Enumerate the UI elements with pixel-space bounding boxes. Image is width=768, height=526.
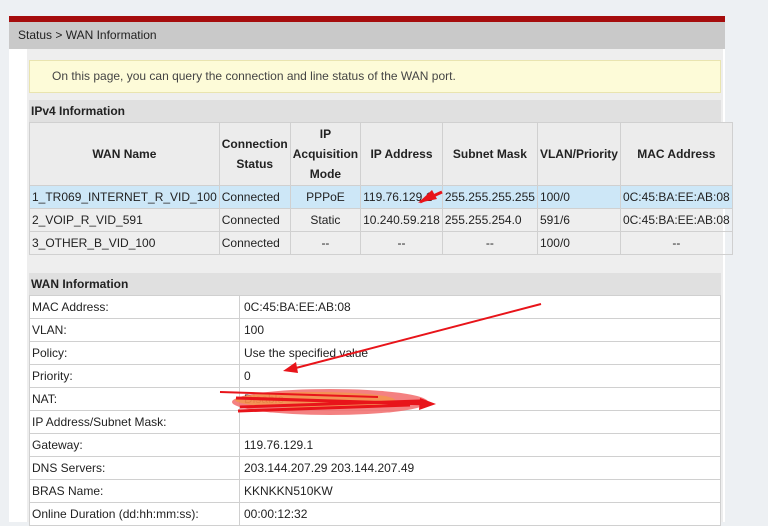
wan-row-dns: DNS Servers: 203.144.207.29 203.144.207.4… (29, 456, 721, 480)
wan-value: 100 (239, 318, 721, 342)
cell-mac: 0C:45:BA:EE:AB:08 (619, 185, 733, 209)
header-mac-address: MAC Address (619, 122, 733, 186)
table-row[interactable]: 3_OTHER_B_VID_100 Connected -- -- -- 100… (29, 231, 733, 255)
table-row[interactable]: 1_TR069_INTERNET_R_VID_100 Connected PPP… (29, 185, 733, 209)
cell-vlan: 100/0 (536, 231, 621, 255)
cell-wan-name: 3_OTHER_B_VID_100 (29, 231, 220, 255)
wan-value (239, 410, 721, 434)
wan-row-bras: BRAS Name: KKNKKN510KW (29, 479, 721, 503)
wan-row-vlan: VLAN: 100 (29, 318, 721, 342)
wan-label: Priority: (29, 364, 240, 388)
wan-label: Policy: (29, 341, 240, 365)
cell-vlan: 591/6 (536, 208, 621, 232)
wan-row-mac: MAC Address: 0C:45:BA:EE:AB:08 (29, 295, 721, 319)
wan-label: Gateway: (29, 433, 240, 457)
header-connection-status: Connection Status (218, 122, 291, 186)
wan-row-nat: NAT: Disable (29, 387, 721, 411)
wan-row-gateway: Gateway: 119.76.129.1 (29, 433, 721, 457)
wan-label: NAT: (29, 387, 240, 411)
wan-section-title: WAN Information (29, 273, 721, 295)
wan-label: Online Duration (dd:hh:mm:ss): (29, 502, 240, 526)
cell-mac: -- (619, 231, 733, 255)
breadcrumb-text: Status > WAN Information (18, 28, 157, 42)
ipv4-header-row: WAN Name Connection Status IP Acquisition M… (29, 122, 733, 186)
cell-mask: 255.255.254.0 (441, 208, 538, 232)
header-wan-name: WAN Name (29, 122, 220, 186)
wan-value: Use the specified value (239, 341, 721, 365)
cell-ip: 119.76.129.1 (360, 185, 443, 209)
cell-mask: -- (441, 231, 538, 255)
header-ip-acquisition-mode: IP Acquisition Mode (289, 122, 362, 186)
wan-value: 119.76.129.1 (239, 433, 721, 457)
cell-mode: Static (289, 208, 362, 232)
wan-info-table: MAC Address: 0C:45:BA:EE:AB:08 VLAN: 100 P… (29, 295, 721, 526)
cell-mac: 0C:45:BA:EE:AB:08 (619, 208, 733, 232)
ipv4-table: WAN Name Connection Status IP Acquisition M… (29, 122, 733, 255)
page-frame: Status > WAN Information On this page, y… (9, 16, 733, 526)
cell-mode: PPPoE (289, 185, 362, 209)
breadcrumb: Status > WAN Information (9, 22, 725, 49)
cell-ip: -- (360, 231, 443, 255)
cell-vlan: 100/0 (536, 185, 621, 209)
wan-value: KKNKKN510KW (239, 479, 721, 503)
wan-label: VLAN: (29, 318, 240, 342)
wan-value: 00:00:12:32 (239, 502, 721, 526)
cell-wan-name: 2_VOIP_R_VID_591 (29, 208, 220, 232)
cell-mask: 255.255.255.255 (441, 185, 538, 209)
wan-row-ip-mask: IP Address/Subnet Mask: (29, 410, 721, 434)
header-subnet-mask: Subnet Mask (441, 122, 538, 186)
info-notice: On this page, you can query the connecti… (29, 60, 721, 93)
wan-label: MAC Address: (29, 295, 240, 319)
wan-label: IP Address/Subnet Mask: (29, 410, 240, 434)
wan-label: DNS Servers: (29, 456, 240, 480)
ipv4-section-title: IPv4 Information (29, 100, 721, 122)
wan-value: 0C:45:BA:EE:AB:08 (239, 295, 721, 319)
wan-row-priority: Priority: 0 (29, 364, 721, 388)
cell-mode: -- (289, 231, 362, 255)
wan-row-duration: Online Duration (dd:hh:mm:ss): 00:00:12:3… (29, 502, 721, 526)
table-row[interactable]: 2_VOIP_R_VID_591 Connected Static 10.240… (29, 208, 733, 232)
header-vlan-priority: VLAN/Priority (536, 122, 621, 186)
cell-status: Connected (218, 208, 291, 232)
cell-wan-name: 1_TR069_INTERNET_R_VID_100 (29, 185, 220, 209)
cell-status: Connected (218, 185, 291, 209)
wan-row-policy: Policy: Use the specified value (29, 341, 721, 365)
wan-value: 203.144.207.29 203.144.207.49 (239, 456, 721, 480)
wan-value: 0 (239, 364, 721, 388)
main-content: On this page, you can query the connecti… (27, 49, 733, 526)
wan-value: Disable (239, 387, 721, 411)
cell-status: Connected (218, 231, 291, 255)
wan-label: BRAS Name: (29, 479, 240, 503)
cell-ip: 10.240.59.218 (360, 208, 443, 232)
header-ip-address: IP Address (360, 122, 443, 186)
